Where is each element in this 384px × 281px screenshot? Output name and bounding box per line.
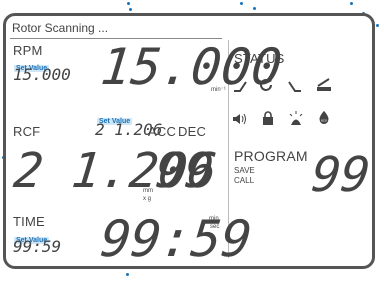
time-set-value: 99:59 <box>13 237 62 256</box>
callout-dot <box>127 2 130 5</box>
rcf-label: RCF <box>13 124 41 139</box>
rpm-set-value: 15.000 <box>13 65 71 84</box>
rcf-unit-xg: x g <box>143 196 152 202</box>
time-label: TIME <box>13 214 45 229</box>
program-label: PROGRAM <box>234 148 308 164</box>
rcf-unit-mm: mm <box>143 188 153 194</box>
lid-icon <box>317 78 331 91</box>
lock-icon <box>263 111 273 125</box>
callout-dot <box>350 2 353 5</box>
callout-dot <box>253 7 256 10</box>
time-unit-min: min <box>209 216 219 222</box>
acc-dec-value: 99 <box>153 143 217 199</box>
program-call-label: CALL <box>234 176 255 185</box>
rpm-unit: min⁻¹ <box>211 87 226 93</box>
callout-dot <box>129 8 132 11</box>
eco-icon: eco <box>319 110 329 124</box>
light-icon <box>289 111 303 125</box>
dec-label: DEC <box>178 124 207 139</box>
display-panel: Rotor Scanning ... RPM Set Value 15.000 … <box>3 13 375 269</box>
sound-icon <box>233 113 246 125</box>
svg-text:eco: eco <box>321 118 327 122</box>
rpm-label: RPM <box>13 43 43 58</box>
rpm-value: 15.000 <box>97 38 285 96</box>
program-save-label: SAVE <box>234 166 255 175</box>
time-value: 99:59 <box>97 210 255 268</box>
acc-label: ACC <box>148 124 177 139</box>
callout-dot <box>240 2 243 5</box>
rotation-icon <box>260 78 272 91</box>
status-title: Rotor Scanning ... <box>12 21 109 35</box>
time-unit-sec: sec <box>210 224 220 230</box>
status-label: STATUS <box>234 51 285 66</box>
callout-dot <box>376 24 379 27</box>
program-value: 99 <box>309 147 373 203</box>
ramp-up-icon <box>234 81 247 92</box>
callout-dot <box>126 273 129 276</box>
ramp-down-icon <box>288 81 301 92</box>
